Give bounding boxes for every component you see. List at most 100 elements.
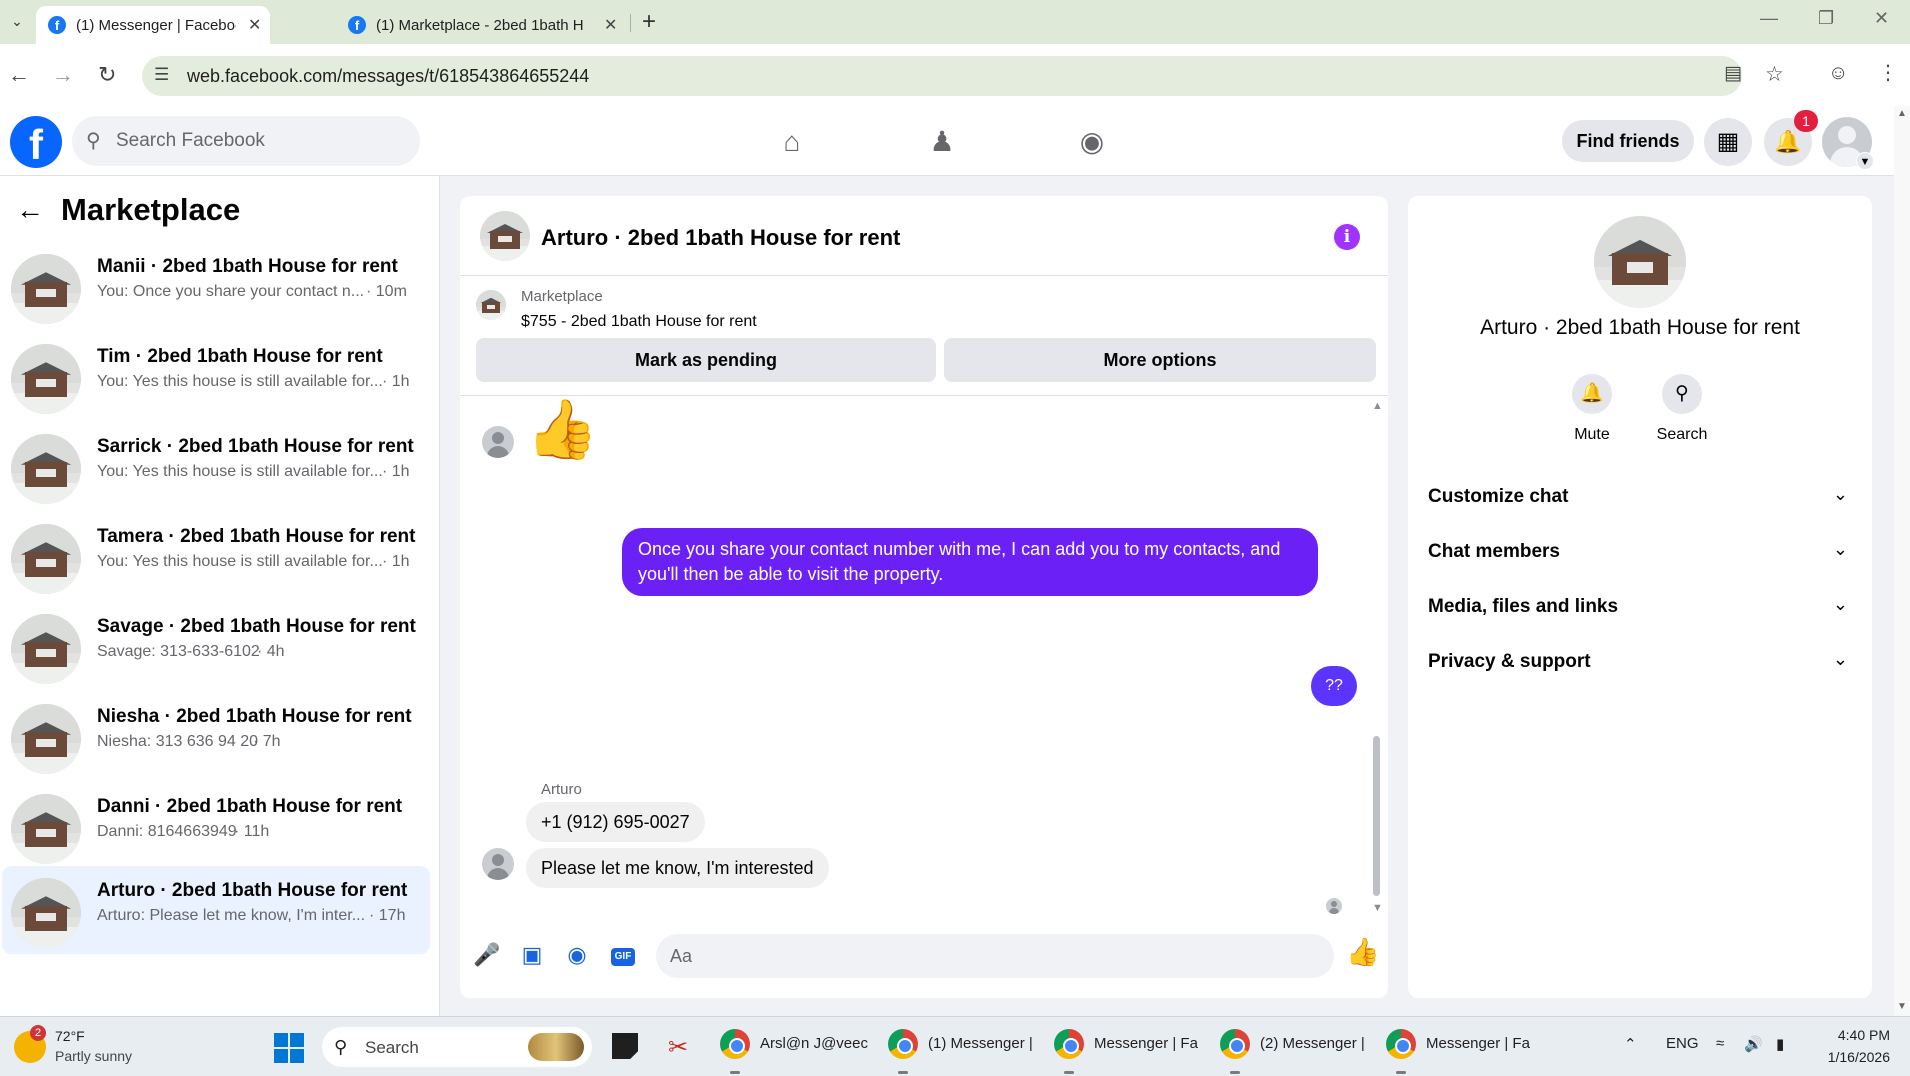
- page-scrollbar[interactable]: ▲ ▼: [1894, 106, 1910, 1016]
- message-input-box[interactable]: ☺: [656, 934, 1334, 978]
- taskbar-app-label[interactable]: Messenger | Fa: [1426, 1035, 1530, 1052]
- search-in-conversation-button[interactable]: ⚲ Search: [1642, 374, 1722, 454]
- browser-menu-icon[interactable]: ⋮: [1878, 60, 1898, 85]
- conversation-item[interactable]: Danni · 2bed 1bath House for rent Danni:…: [2, 782, 430, 870]
- taskbar-search-label: Search: [365, 1038, 419, 1057]
- scroll-down-arrow-icon[interactable]: ▼: [1897, 1001, 1907, 1012]
- reload-icon[interactable]: ↻: [98, 62, 116, 88]
- close-icon[interactable]: ✕: [248, 15, 261, 35]
- back-arrow-icon[interactable]: ←: [16, 194, 44, 226]
- conversation-item-active[interactable]: Arturo · 2bed 1bath House for rent Artur…: [2, 866, 430, 954]
- chevron-down-icon[interactable]: ▼: [1856, 152, 1874, 170]
- chevron-down-icon: ⌄: [1832, 539, 1848, 559]
- taskbar-app-label[interactable]: (1) Messenger |: [928, 1035, 1033, 1052]
- chrome-icon[interactable]: [1054, 1029, 1084, 1059]
- scroll-thumb[interactable]: [1373, 736, 1380, 896]
- chrome-icon[interactable]: [720, 1029, 750, 1059]
- chat-members-section[interactable]: Chat members ⌄: [1420, 529, 1860, 575]
- more-options-button[interactable]: More options: [944, 338, 1376, 382]
- mark-as-pending-button[interactable]: Mark as pending: [476, 338, 936, 382]
- minimize-icon[interactable]: —: [1760, 8, 1778, 29]
- url-omnibox[interactable]: ☰ web.facebook.com/messages/t/6185438646…: [142, 56, 1742, 96]
- clock-date[interactable]: 1/16/2026: [1812, 1049, 1890, 1065]
- url-text[interactable]: web.facebook.com/messages/t/618543864655…: [187, 66, 589, 87]
- chrome-icon[interactable]: [1220, 1029, 1250, 1059]
- new-tab-plus-icon[interactable]: +: [642, 8, 656, 36]
- conversation-preview: You: Once you share your contact n...: [97, 283, 365, 300]
- windows-start-icon[interactable]: [274, 1033, 304, 1063]
- battery-icon[interactable]: ▮: [1776, 1035, 1784, 1053]
- facebook-search-box[interactable]: ⚲: [72, 116, 420, 166]
- taskbar-app-label[interactable]: Messenger | Fa: [1094, 1035, 1198, 1052]
- chrome-icon[interactable]: [888, 1029, 918, 1059]
- bookmark-star-icon[interactable]: ☆: [1765, 62, 1784, 87]
- restore-icon[interactable]: ❐: [1818, 8, 1834, 29]
- message-thread[interactable]: 👍 Once you share your contact number wit…: [460, 396, 1388, 914]
- customize-chat-section[interactable]: Customize chat ⌄: [1420, 474, 1860, 520]
- chevron-down-icon: ⌄: [1832, 594, 1848, 614]
- conversation-item[interactable]: Sarrick · 2bed 1bath House for rent You:…: [2, 422, 430, 510]
- scroll-up-arrow-icon[interactable]: ▲: [1372, 400, 1383, 412]
- conversation-item[interactable]: Tim · 2bed 1bath House for rent You: Yes…: [2, 332, 430, 420]
- wifi-icon[interactable]: ≈: [1716, 1035, 1724, 1052]
- browser-tab-messenger[interactable]: f (1) Messenger | Facebook ✕: [36, 6, 270, 44]
- close-icon[interactable]: ✕: [604, 15, 617, 35]
- clock-time[interactable]: 4:40 PM: [1820, 1027, 1890, 1043]
- menu-grid-icon[interactable]: ▦: [1704, 118, 1752, 166]
- browser-tab-marketplace[interactable]: f (1) Marketplace - 2bed 1bath H ✕: [336, 6, 630, 44]
- thread-scrollbar[interactable]: ▲ ▼: [1369, 396, 1385, 914]
- info-icon[interactable]: i: [1334, 224, 1360, 250]
- outgoing-message-bubble: ??: [1311, 666, 1357, 706]
- taskbar-app-label[interactable]: (2) Messenger |: [1260, 1035, 1365, 1052]
- chrome-icon[interactable]: [1386, 1029, 1416, 1059]
- sticky-notes-icon[interactable]: [612, 1033, 638, 1059]
- install-app-icon[interactable]: ▤: [1724, 62, 1742, 85]
- conversation-item[interactable]: Savage · 2bed 1bath House for rent Savag…: [2, 602, 430, 690]
- sticker-icon[interactable]: ◉: [562, 940, 592, 970]
- back-arrow-icon[interactable]: ←: [8, 62, 30, 88]
- running-indicator: [898, 1071, 908, 1074]
- chevron-up-icon[interactable]: ⌃: [1624, 1035, 1637, 1053]
- chat-title[interactable]: Arturo · 2bed 1bath House for rent: [541, 225, 900, 251]
- microphone-icon[interactable]: 🎤: [472, 940, 502, 970]
- friends-icon[interactable]: ♟: [920, 122, 964, 162]
- info-listing-thumbnail[interactable]: [1594, 216, 1686, 308]
- mute-button[interactable]: 🔔 Mute: [1552, 374, 1632, 454]
- conversation-name: Tim · 2bed 1bath House for rent: [97, 346, 383, 367]
- language-indicator[interactable]: ENG: [1666, 1035, 1699, 1052]
- weather-temperature[interactable]: 72°F: [55, 1028, 85, 1044]
- forward-arrow-icon[interactable]: →: [52, 62, 74, 88]
- window-close-icon[interactable]: ✕: [1874, 8, 1889, 29]
- scroll-up-arrow-icon[interactable]: ▲: [1897, 108, 1907, 119]
- listing-price-title[interactable]: $755 - 2bed 1bath House for rent: [521, 313, 757, 331]
- tab-search-chevron-icon[interactable]: ⌄: [6, 10, 28, 32]
- conversation-item[interactable]: Tamera · 2bed 1bath House for rent You: …: [2, 512, 430, 600]
- facebook-icon: f: [348, 16, 366, 34]
- volume-icon[interactable]: 🔊: [1744, 1035, 1763, 1053]
- weather-description[interactable]: Partly sunny: [55, 1048, 132, 1064]
- groups-icon[interactable]: ◉: [1070, 122, 1114, 162]
- privacy-support-section[interactable]: Privacy & support ⌄: [1420, 639, 1860, 685]
- send-thumbs-up-icon[interactable]: 👍: [1346, 936, 1380, 968]
- taskbar-search-box[interactable]: ⚲ Search: [322, 1027, 592, 1067]
- chat-listing-thumbnail[interactable]: [480, 211, 530, 261]
- message-composer: 🎤 ▣ ◉ GIF ☺ 👍: [460, 928, 1388, 988]
- photo-gallery-icon[interactable]: ▣: [517, 940, 547, 970]
- conversation-item[interactable]: Niesha · 2bed 1bath House for rent Niesh…: [2, 692, 430, 780]
- listing-thumbnail: [11, 878, 81, 948]
- taskbar-app-label[interactable]: Arsl@n J@veec: [760, 1035, 868, 1052]
- message-input[interactable]: [670, 941, 1270, 971]
- scroll-down-arrow-icon[interactable]: ▼: [1372, 902, 1383, 914]
- running-indicator: [1396, 1071, 1406, 1074]
- facebook-search-input[interactable]: [116, 126, 406, 156]
- home-icon[interactable]: ⌂: [770, 122, 814, 162]
- snipping-tool-icon[interactable]: ✂: [668, 1033, 700, 1065]
- profile-icon[interactable]: ☺: [1828, 62, 1848, 85]
- gif-icon[interactable]: GIF: [611, 948, 635, 966]
- media-files-links-section[interactable]: Media, files and links ⌄: [1420, 584, 1860, 630]
- conversation-item[interactable]: Manii · 2bed 1bath House for rent You: O…: [2, 242, 430, 330]
- find-friends-button[interactable]: Find friends: [1562, 120, 1694, 162]
- site-info-icon[interactable]: ☰: [154, 65, 169, 85]
- facebook-logo-icon[interactable]: f: [10, 116, 62, 168]
- listing-thumbnail[interactable]: [476, 290, 506, 320]
